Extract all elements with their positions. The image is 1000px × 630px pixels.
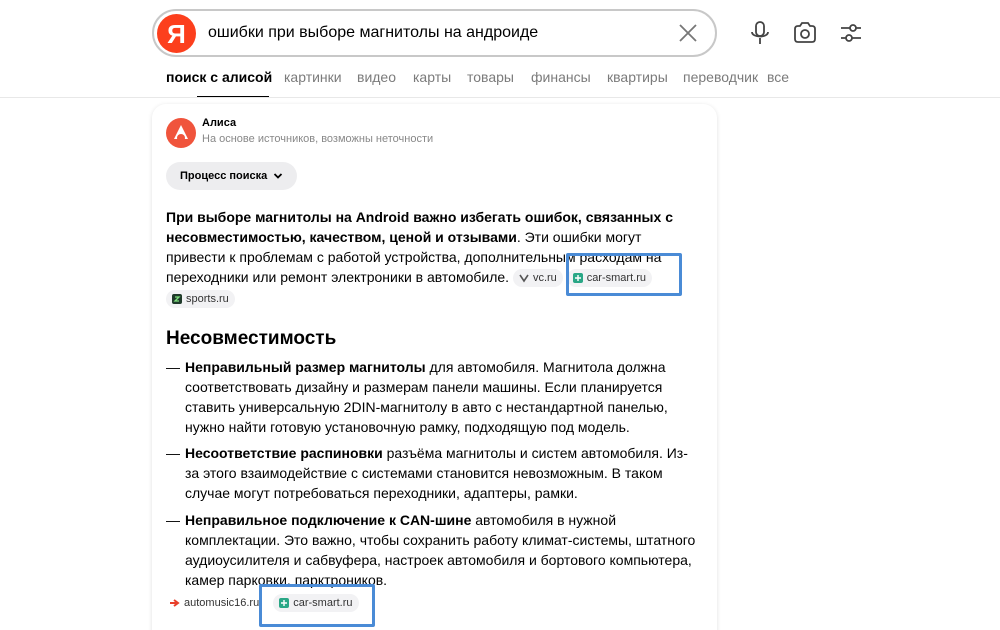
car-smart-favicon-icon — [279, 598, 290, 608]
source-label: car-smart.ru — [586, 272, 646, 285]
source-chip-automusic16[interactable]: automusic16.ru — [166, 594, 265, 612]
camera-icon[interactable] — [792, 20, 818, 46]
source-label: sports.ru — [186, 292, 229, 305]
car-smart-favicon-icon — [572, 273, 583, 284]
search-input[interactable]: ошибки при выборе магнитолы на андроиде — [208, 24, 538, 42]
arrow-right-icon — [170, 599, 180, 607]
settings-icon[interactable] — [838, 20, 864, 46]
section-title: Несовместимость — [166, 328, 337, 349]
search-box[interactable]: Я ошибки при выборе магнитолы на андроид… — [152, 9, 717, 57]
list-dash: — — [166, 359, 180, 375]
alice-disclaimer: На основе источников, возможны неточност… — [202, 133, 434, 145]
source-chip-car-smart[interactable]: car-smart.ru — [273, 594, 359, 612]
source-label: car-smart.ru — [293, 597, 353, 609]
tab-translator[interactable]: переводчик — [683, 69, 758, 85]
yandex-logo[interactable]: Я — [157, 14, 196, 53]
list-dash: — — [166, 445, 180, 461]
list-dash: — — [166, 512, 180, 528]
microphone-icon[interactable] — [747, 20, 773, 46]
tab-video[interactable]: видео — [357, 69, 396, 85]
tab-products[interactable]: товары — [467, 69, 514, 85]
chevron-down-icon — [274, 173, 283, 179]
tab-alice-search[interactable]: поиск с алисой — [166, 69, 272, 85]
source-chip-sports[interactable]: sports.ru — [166, 289, 235, 308]
list-item-bold: Несоответствие распиновки — [185, 445, 383, 461]
list-item: — Неправильное подключение к CAN-шине ав… — [166, 510, 696, 590]
tab-images[interactable]: картинки — [284, 69, 342, 85]
list-item-bold: Неправильное подключение к CAN-шине — [185, 512, 472, 528]
alice-logo-icon — [166, 118, 196, 148]
list-item: — Несоответствие распиновки разъёма магн… — [166, 443, 696, 503]
header-divider — [0, 97, 1000, 98]
vc-favicon-icon — [519, 274, 529, 283]
sports-favicon-icon — [172, 293, 182, 304]
section-sources: automusic16.ru car-smart.ru — [166, 594, 359, 612]
close-icon[interactable] — [677, 22, 699, 44]
alice-answer-card: Алиса На основе источников, возможны нет… — [152, 104, 717, 630]
tab-apartments[interactable]: квартиры — [607, 69, 668, 85]
source-chip-vc[interactable]: vc.ru — [512, 269, 563, 288]
list-item: — Неправильный размер магнитолы для авто… — [166, 357, 696, 437]
source-chip-car-smart[interactable]: car-smart.ru — [566, 269, 652, 288]
tab-finance[interactable]: финансы — [531, 69, 591, 85]
source-label: vc.ru — [532, 272, 557, 285]
tab-maps[interactable]: карты — [413, 69, 451, 85]
answer-summary: При выборе магнитолы на Android важно из… — [166, 207, 696, 308]
alice-name: Алиса — [202, 117, 237, 129]
search-process-label: Процесс поиска — [180, 170, 268, 182]
search-process-button[interactable]: Процесс поиска — [166, 162, 298, 190]
source-label: automusic16.ru — [184, 597, 260, 609]
tab-all[interactable]: все — [767, 69, 789, 85]
list-item-bold: Неправильный размер магнитолы — [185, 359, 426, 375]
